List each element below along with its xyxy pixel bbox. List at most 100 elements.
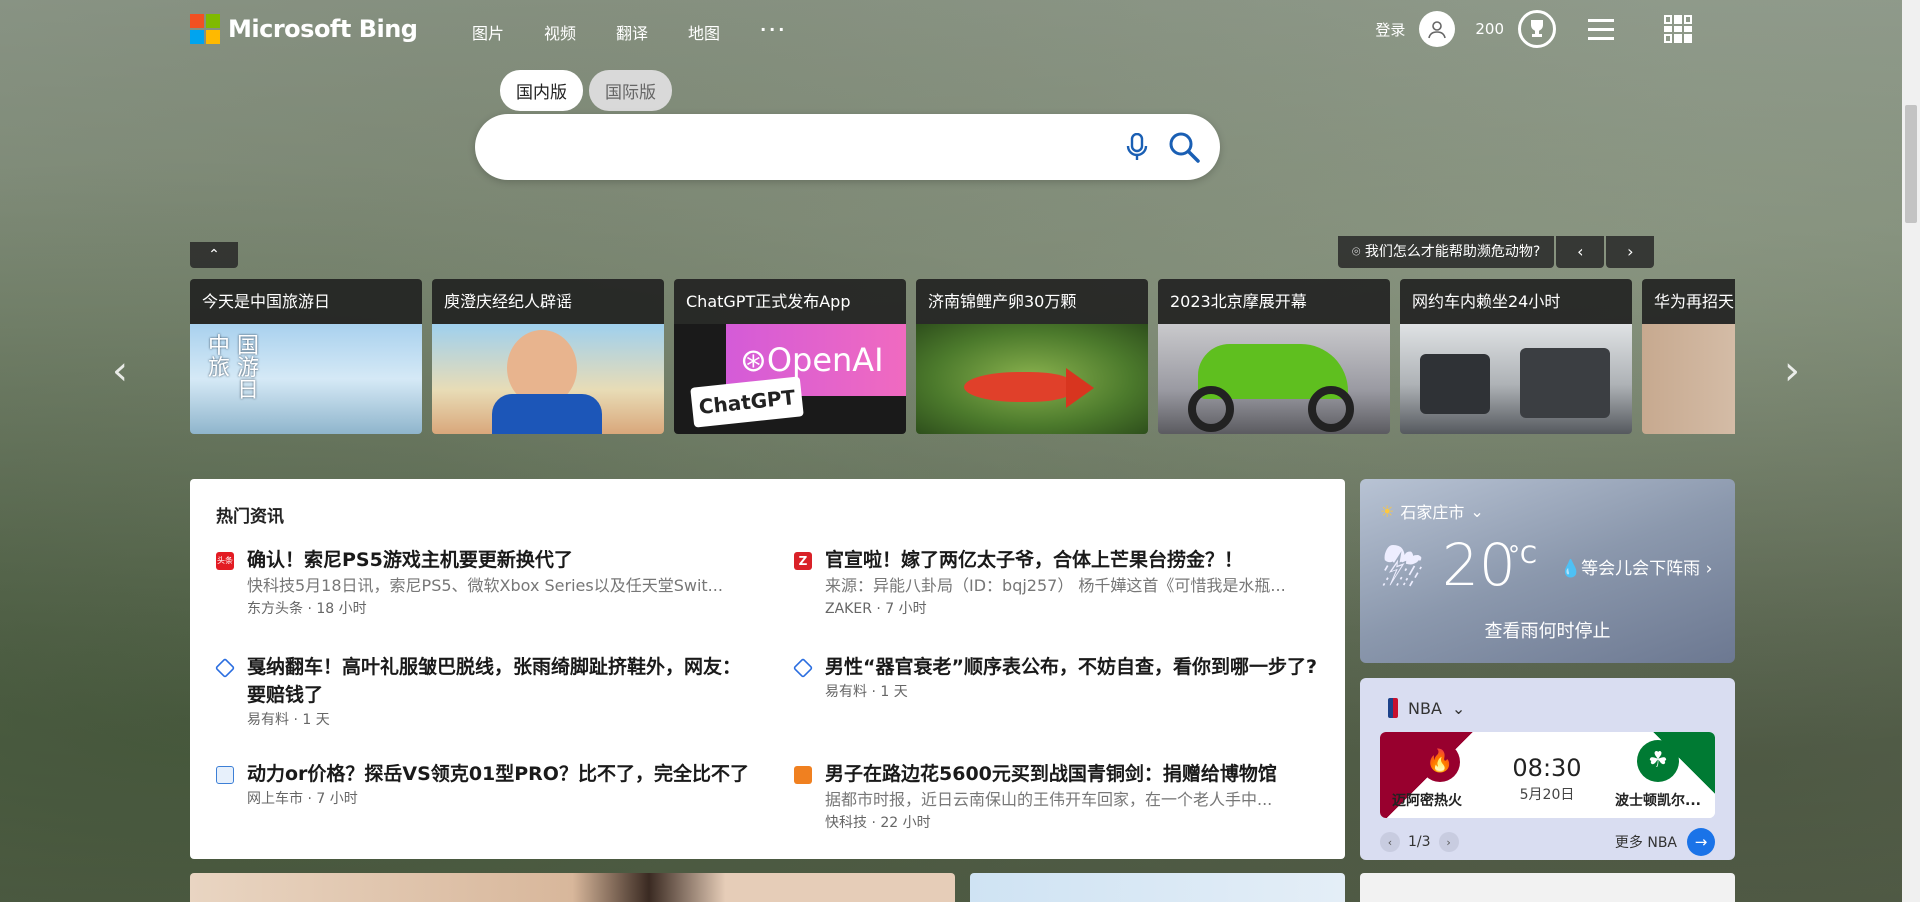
nba-prev-button[interactable]: ‹ bbox=[1380, 832, 1400, 852]
more-nba-link[interactable]: 更多 NBA bbox=[1615, 832, 1677, 852]
news-meta: ZAKER · 7 小时 bbox=[825, 601, 927, 617]
carousel-prev-small-button[interactable]: ‹ bbox=[1556, 236, 1605, 268]
card-image-motorcycle bbox=[1158, 324, 1390, 434]
carousel-next-arrow-icon[interactable]: › bbox=[1784, 348, 1800, 394]
news-meta: 易有料 · 1 天 bbox=[247, 712, 330, 728]
news-source-icon bbox=[794, 766, 812, 784]
scope-international-tab[interactable]: 国际版 bbox=[589, 70, 672, 111]
trending-card[interactable]: 网约车内赖坐24小时 bbox=[1400, 279, 1632, 434]
news-title[interactable]: 戛纳翻车！高叶礼服皱巴脱线，张雨绮脚趾挤鞋外，网友：要赔钱了 bbox=[247, 653, 756, 709]
news-meta: 易有料 · 1 天 bbox=[825, 684, 908, 700]
news-meta: 快科技 · 22 小时 bbox=[825, 815, 931, 831]
scope-domestic-tab[interactable]: 国内版 bbox=[500, 70, 583, 111]
carousel-header-right: ⌾ 我们怎么才能帮助濒危动物? ‹ › bbox=[1338, 236, 1655, 268]
news-title[interactable]: 男子在路边花5600元买到战国青铜剑：捐赠给博物馆 bbox=[825, 760, 1334, 788]
endangered-animals-link[interactable]: ⌾ 我们怎么才能帮助濒危动物? bbox=[1338, 236, 1555, 268]
carousel-prev-arrow-icon[interactable]: ‹ bbox=[112, 348, 128, 394]
news-item[interactable]: 男子在路边花5600元买到战国青铜剑：捐赠给博物馆 据都市时报，近日云南保山的王… bbox=[794, 760, 1334, 834]
news-snippet: 来源：异能八卦局（ID：bqj257） 杨千嬅这首《可惜我是水瓶... bbox=[825, 576, 1286, 595]
card-image-car bbox=[1400, 324, 1632, 434]
weather-condition-text: 等会儿会下阵雨 bbox=[1581, 559, 1701, 579]
trending-card[interactable]: 华为再招天 bbox=[1642, 279, 1735, 434]
news-source-icon bbox=[792, 657, 814, 679]
chevron-down-icon: ⌄ bbox=[1470, 501, 1484, 521]
card-image-singer bbox=[432, 324, 664, 434]
collapse-carousel-button[interactable]: ⌃ bbox=[190, 242, 238, 268]
news-title[interactable]: 动力or价格？探岳VS领克01型PRO？比不了，完全比不了 bbox=[247, 760, 756, 788]
news-item[interactable]: 戛纳翻车！高叶礼服皱巴脱线，张雨绮脚趾挤鞋外，网友：要赔钱了 易有料 · 1 天 bbox=[214, 653, 756, 731]
location-pin-icon: ⌾ bbox=[1352, 244, 1365, 260]
news-title[interactable]: 男性“器官衰老”顺序表公布，不妨自查，看你到哪一步了? bbox=[825, 653, 1334, 681]
heat-logo-icon: 🔥 bbox=[1420, 742, 1460, 782]
search-scope-tabs: 国内版 国际版 bbox=[500, 70, 672, 111]
bing-logo[interactable]: Microsoft Bing bbox=[190, 14, 418, 44]
news-item[interactable]: 动力or价格？探岳VS领克01型PRO？比不了，完全比不了 网上车市 · 7 小… bbox=[216, 760, 756, 810]
menu-icon[interactable] bbox=[1588, 18, 1614, 40]
nba-footer: ‹ 1/3 › 更多 NBA → bbox=[1380, 828, 1715, 856]
trending-card[interactable]: 今天是中国旅游日 中 国旅 游 日 bbox=[190, 279, 422, 434]
rewards-trophy-icon[interactable] bbox=[1518, 10, 1556, 48]
scrollbar-thumb[interactable] bbox=[1905, 105, 1917, 223]
qr-code-icon[interactable] bbox=[1664, 15, 1692, 43]
celtics-logo-icon: ☘ bbox=[1637, 740, 1679, 782]
page-scrollbar[interactable] bbox=[1902, 0, 1920, 902]
weather-rain-link[interactable]: 查看雨何时停止 bbox=[1360, 617, 1735, 643]
search-box bbox=[475, 114, 1220, 180]
nav-images[interactable]: 图片 bbox=[472, 20, 504, 44]
bottom-card-2[interactable] bbox=[970, 873, 1345, 902]
brand-name: Microsoft Bing bbox=[228, 15, 418, 43]
news-title[interactable]: 确认！索尼PS5游戏主机要更新换代了 bbox=[247, 546, 756, 574]
card-title: 华为再招天 bbox=[1642, 279, 1735, 324]
weather-card[interactable]: ☀ 石家庄市 ⌄ ⛈ 20 °C 💧等会儿会下阵雨 › 查看雨何时停止 bbox=[1360, 479, 1735, 663]
search-input[interactable] bbox=[505, 132, 1069, 164]
microphone-icon[interactable] bbox=[1125, 132, 1149, 165]
carousel-next-small-button[interactable]: › bbox=[1606, 236, 1655, 268]
news-source-icon bbox=[214, 657, 236, 679]
rewards-points[interactable]: 200 bbox=[1475, 20, 1504, 38]
hot-news-heading: 热门资讯 bbox=[216, 507, 284, 527]
endangered-animals-text: 我们怎么才能帮助濒危动物? bbox=[1364, 244, 1541, 260]
trending-card[interactable]: 2023北京摩展开幕 bbox=[1158, 279, 1390, 434]
chevron-down-icon: ⌄ bbox=[1451, 698, 1466, 718]
arrow-right-icon[interactable]: → bbox=[1687, 828, 1715, 856]
nav-videos[interactable]: 视频 bbox=[544, 20, 576, 44]
raindrop-icon: 💧 bbox=[1560, 559, 1582, 579]
weather-location[interactable]: ☀ 石家庄市 ⌄ bbox=[1380, 499, 1484, 523]
account-bar: 登录 200 bbox=[1375, 10, 1692, 48]
news-title[interactable]: 官宣啦！嫁了两亿太子爷，合体上芒果台捞金？！ bbox=[825, 546, 1334, 574]
search-icon[interactable] bbox=[1168, 131, 1200, 167]
trending-card[interactable]: 济南锦鲤产卵30万颗 bbox=[916, 279, 1148, 434]
news-item[interactable]: 男性“器官衰老”顺序表公布，不妨自查，看你到哪一步了? 易有料 · 1 天 bbox=[792, 653, 1334, 703]
trending-card[interactable]: ChatGPT正式发布App ⊛OpenAI ChatGPT bbox=[674, 279, 906, 434]
nba-game[interactable]: 🔥 迈阿密热火 08:30 5月20日 ☘ 波士顿凯尔... bbox=[1380, 732, 1715, 818]
hot-news-panel: 热门资讯 头条 确认！索尼PS5游戏主机要更新换代了 快科技5月18日讯，索尼P… bbox=[190, 479, 1345, 859]
weather-city: 石家庄市 bbox=[1400, 503, 1465, 522]
card-image-travel-day: 中 国旅 游 日 bbox=[190, 324, 422, 434]
bottom-card-3[interactable] bbox=[1360, 873, 1735, 902]
nav-maps[interactable]: 地图 bbox=[688, 20, 720, 44]
weather-condition[interactable]: 💧等会儿会下阵雨 › bbox=[1560, 554, 1712, 579]
news-meta: 东方头条 · 18 小时 bbox=[247, 601, 367, 617]
thunderstorm-icon: ⛈ bbox=[1382, 537, 1424, 597]
news-item[interactable]: Z 官宣啦！嫁了两亿太子爷，合体上芒果台捞金？！ 来源：异能八卦局（ID：bqj… bbox=[794, 546, 1334, 620]
nba-label: NBA bbox=[1408, 698, 1442, 718]
top-nav: 图片 视频 翻译 地图 ··· bbox=[472, 20, 787, 44]
nav-translate[interactable]: 翻译 bbox=[616, 20, 648, 44]
microsoft-logo-icon bbox=[190, 14, 220, 44]
login-link[interactable]: 登录 bbox=[1375, 19, 1405, 40]
news-snippet: 快科技5月18日讯，索尼PS5、微软Xbox Series以及任天堂Swit..… bbox=[247, 576, 723, 595]
news-item[interactable]: 头条 确认！索尼PS5游戏主机要更新换代了 快科技5月18日讯，索尼PS5、微软… bbox=[216, 546, 756, 620]
news-source-icon: 头条 bbox=[216, 552, 234, 570]
game-time: 08:30 bbox=[1512, 754, 1582, 782]
card-title: 庾澄庆经纪人辟谣 bbox=[432, 279, 664, 324]
card-image-huawei bbox=[1642, 324, 1735, 434]
trending-card[interactable]: 庾澄庆经纪人辟谣 bbox=[432, 279, 664, 434]
news-source-icon: Z bbox=[794, 552, 812, 570]
nba-header[interactable]: NBA ⌄ bbox=[1388, 698, 1465, 718]
nba-pager: 1/3 bbox=[1408, 834, 1431, 850]
bottom-card-1[interactable] bbox=[190, 873, 955, 902]
weather-unit: °C bbox=[1508, 541, 1537, 569]
nav-more[interactable]: ··· bbox=[760, 20, 787, 44]
user-avatar-icon[interactable] bbox=[1419, 11, 1456, 47]
nba-next-button[interactable]: › bbox=[1438, 832, 1459, 852]
